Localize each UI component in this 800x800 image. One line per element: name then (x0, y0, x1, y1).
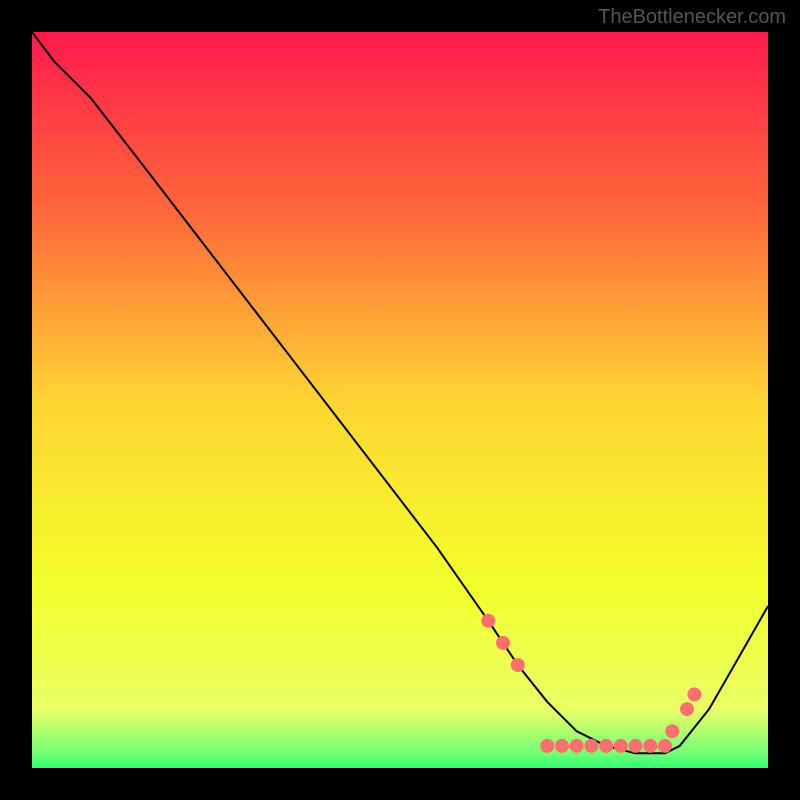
data-point (584, 739, 598, 753)
chart-container: TheBottlenecker.com (0, 0, 800, 800)
data-point (540, 739, 554, 753)
data-point (643, 739, 657, 753)
data-point (496, 636, 510, 650)
data-point (680, 702, 694, 716)
watermark-text: TheBottlenecker.com (598, 6, 786, 29)
plot-area (32, 32, 768, 768)
data-point (687, 687, 701, 701)
data-point (629, 739, 643, 753)
data-point (570, 739, 584, 753)
gradient-background (32, 32, 768, 768)
data-point (658, 739, 672, 753)
data-point (555, 739, 569, 753)
data-point (665, 724, 679, 738)
data-point (599, 739, 613, 753)
data-point (614, 739, 628, 753)
chart-svg (32, 32, 768, 768)
data-point (511, 658, 525, 672)
data-point (481, 614, 495, 628)
